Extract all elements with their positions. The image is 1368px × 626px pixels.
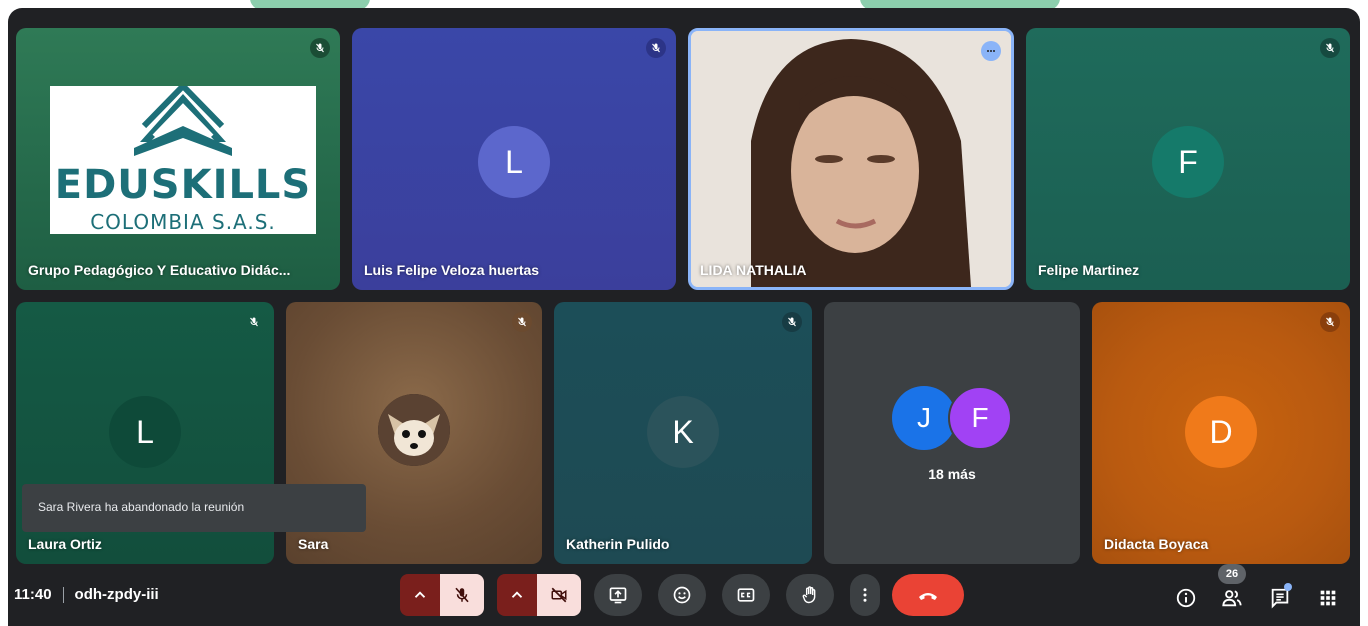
avatar: L (109, 396, 181, 468)
mic-toggle-button[interactable] (440, 574, 484, 616)
mic-off-icon (1320, 38, 1340, 58)
mic-off-icon (455, 587, 469, 603)
captions-button[interactable] (722, 574, 770, 616)
meeting-code: odh-zpdy-iii (74, 586, 159, 603)
raise-hand-button[interactable] (786, 574, 834, 616)
participant-name: Sara (298, 536, 329, 552)
participant-name: LIDA NATHALIA (700, 262, 807, 278)
more-options-icon[interactable] (981, 41, 1001, 61)
audio-options-button[interactable] (400, 574, 440, 616)
avatar: F (1152, 126, 1224, 198)
avatar (378, 394, 450, 466)
meeting-details-button[interactable] (1174, 586, 1198, 610)
participant-tile[interactable]: D Didacta Boyaca (1092, 302, 1350, 564)
avatar: D (1185, 396, 1257, 468)
microphone-control (400, 574, 484, 616)
hangup-icon (919, 593, 937, 600)
dog-avatar-icon (378, 394, 450, 466)
emoji-icon (673, 586, 691, 604)
raise-hand-icon (802, 586, 816, 604)
mic-off-icon (782, 312, 802, 332)
meeting-stage: EDUSKILLS COLOMBIA S.A.S. Grupo Pedagógi… (8, 8, 1360, 626)
logo-brand-text: EDUSKILLS (54, 162, 312, 208)
open-book-logo-icon (134, 86, 232, 156)
video-options-button[interactable] (497, 574, 537, 616)
participant-tile[interactable]: K Katherin Pulido (554, 302, 812, 564)
people-icon (1222, 590, 1242, 607)
camera-toggle-button[interactable] (537, 574, 581, 616)
avatar: K (647, 396, 719, 468)
participant-name: Laura Ortiz (28, 536, 102, 552)
logo-subtitle-text: COLOMBIA S.A.S. (90, 210, 276, 234)
avatar: L (478, 126, 550, 198)
participant-name: Didacta Boyaca (1104, 536, 1209, 552)
mic-off-icon (1320, 312, 1340, 332)
mic-off-icon (646, 38, 666, 58)
more-options-button[interactable] (850, 574, 880, 616)
camera-off-icon (551, 587, 567, 603)
present-icon (609, 587, 627, 604)
participant-name: Grupo Pedagógico Y Educativo Didác... (28, 262, 291, 278)
participant-tile[interactable]: EDUSKILLS COLOMBIA S.A.S. Grupo Pedagógi… (16, 28, 340, 290)
participant-tile[interactable]: L Luis Felipe Veloza huertas (352, 28, 676, 290)
meeting-info: 11:40 odh-zpdy-iii (14, 586, 159, 603)
participant-name: Luis Felipe Veloza huertas (364, 262, 540, 278)
participant-tile-speaking[interactable]: LIDA NATHALIA (688, 28, 1014, 290)
mic-off-icon (310, 38, 330, 58)
activities-icon (1320, 590, 1336, 606)
notification-toast: Sara Rivera ha abandonado la reunión (22, 484, 366, 532)
chevron-up-icon (511, 591, 523, 598)
participant-tile[interactable]: F Felipe Martinez (1026, 28, 1350, 290)
video-feed-person (691, 31, 1011, 287)
eduskills-logo: EDUSKILLS COLOMBIA S.A.S. (50, 86, 316, 234)
people-button[interactable] (1220, 586, 1244, 610)
present-button[interactable] (594, 574, 642, 616)
others-tile[interactable]: J F 18 más (824, 302, 1080, 564)
mic-off-icon (512, 312, 532, 332)
info-icon (1176, 588, 1196, 608)
participant-count-badge: 26 (1218, 564, 1246, 584)
leave-call-button[interactable] (892, 574, 964, 616)
mic-off-icon (244, 312, 264, 332)
captions-icon (737, 588, 755, 602)
participant-name: Felipe Martinez (1038, 262, 1140, 278)
others-count: 18 más (928, 466, 976, 482)
chevron-up-icon (414, 591, 426, 598)
camera-control (497, 574, 581, 616)
chat-notification-dot (1284, 583, 1292, 591)
more-vert-icon (863, 588, 867, 602)
divider (62, 586, 64, 603)
activities-button[interactable] (1316, 586, 1340, 610)
meeting-time: 11:40 (14, 586, 52, 603)
avatar: J (892, 386, 956, 450)
reactions-button[interactable] (658, 574, 706, 616)
participant-name: Katherin Pulido (566, 536, 670, 552)
avatar: F (948, 386, 1012, 450)
